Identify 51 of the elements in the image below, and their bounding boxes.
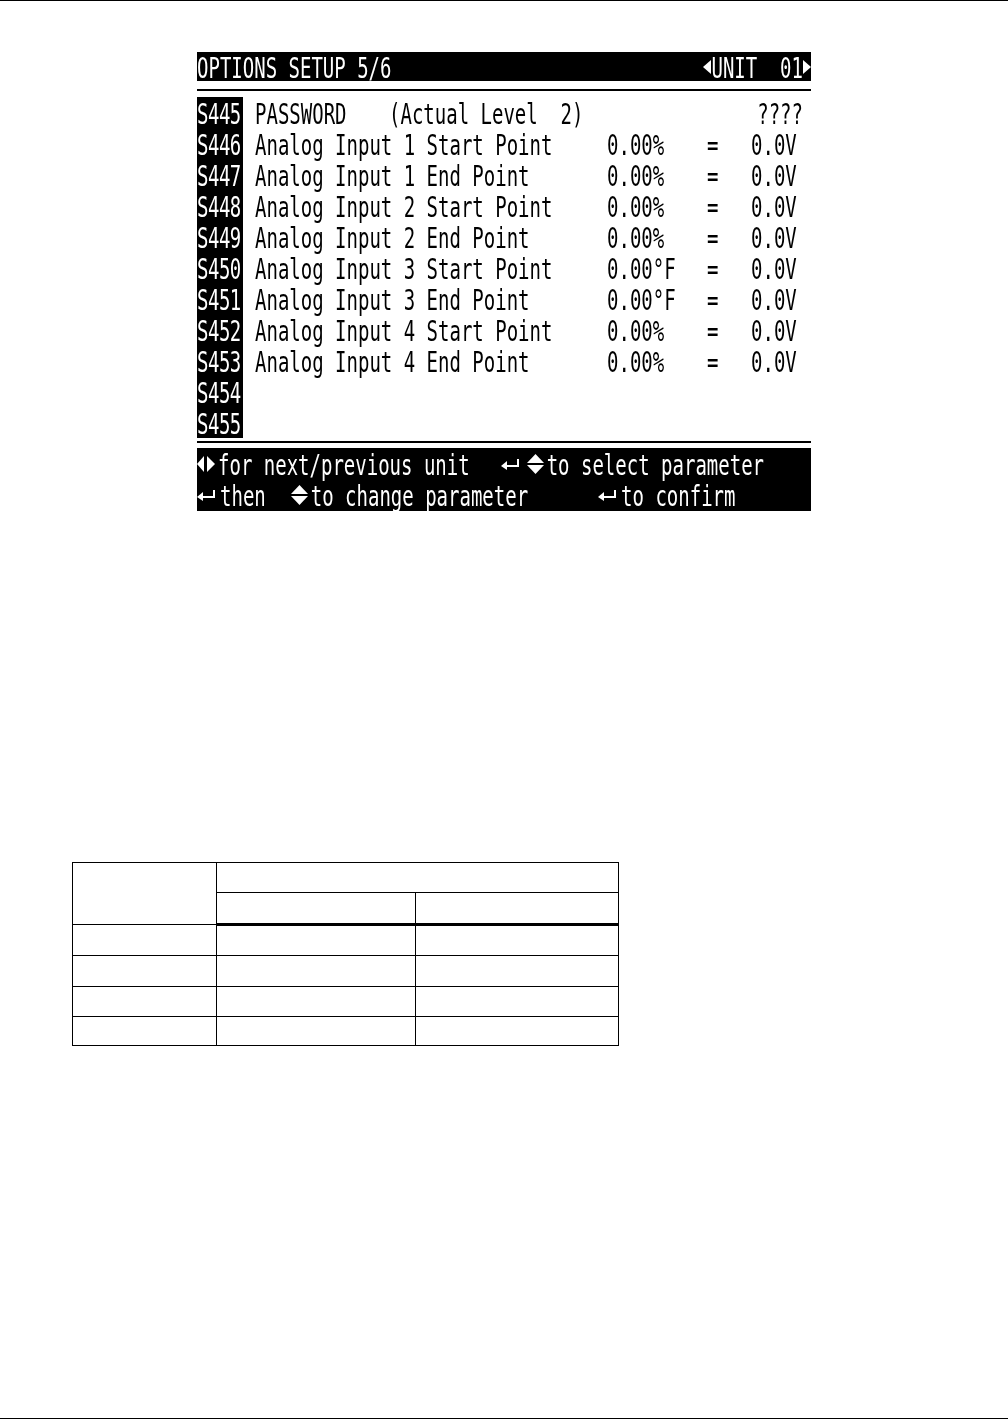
parameter-value: 0.00% — [607, 192, 666, 219]
hint-text: to change parameter — [310, 481, 529, 509]
equals-sign: = — [707, 347, 720, 374]
equals-sign: = — [707, 161, 720, 188]
hint-text: then — [220, 481, 266, 509]
unit-number: UNIT 01 — [711, 53, 803, 80]
parameter-number: S455 — [197, 407, 243, 438]
parameter-number: S453 — [197, 345, 243, 376]
screen-title: OPTIONS SETUP 5/6 — [197, 53, 392, 80]
voltage-value: 0.0V — [751, 130, 798, 157]
voltage-value: 0.0V — [751, 223, 798, 250]
voltage-value: 0.0V — [751, 285, 798, 312]
right-triangle-icon — [803, 59, 811, 74]
parameter-value: 0.00% — [607, 316, 666, 343]
parameter-value: 0.00°F — [607, 254, 677, 281]
voltage-value: 0.0V — [751, 316, 798, 343]
parameter-value: 0.00% — [607, 161, 666, 188]
parameter-number: S445 — [197, 97, 243, 128]
equals-sign: = — [707, 254, 720, 281]
parameter-value: 0.00% — [607, 223, 666, 250]
hint-text: to confirm — [621, 481, 736, 509]
voltage-value: 0.0V — [751, 192, 798, 219]
return-arrow-icon — [197, 489, 217, 502]
parameter-number: S450 — [197, 252, 243, 283]
return-arrow-icon — [500, 457, 521, 470]
up-down-triangles-icon — [526, 453, 544, 474]
equals-sign: = — [707, 223, 720, 250]
left-triangle-icon — [703, 59, 712, 74]
equals-sign: = — [707, 316, 720, 343]
equals-sign: = — [707, 192, 720, 219]
parameter-number: S446 — [197, 128, 243, 159]
parameter-number: S454 — [197, 376, 243, 407]
parameter-value: 0.00% — [607, 347, 666, 374]
equals-sign: = — [707, 130, 720, 157]
voltage-value: 0.0V — [751, 161, 798, 188]
voltage-value: 0.0V — [751, 254, 798, 281]
parameter-number: S448 — [197, 190, 243, 221]
return-arrow-icon — [598, 489, 619, 502]
parameter-value: 0.00°F — [607, 285, 677, 312]
parameter-value: 0.00% — [607, 130, 666, 157]
level-note: (Actual Level 2) — [389, 99, 585, 126]
left-right-triangles-icon — [197, 454, 215, 473]
voltage-value: 0.0V — [751, 347, 798, 374]
parameter-number: S451 — [197, 283, 243, 314]
password-value: ???? — [757, 99, 803, 126]
equals-sign: = — [707, 285, 720, 312]
parameter-number: S449 — [197, 221, 243, 252]
parameter-number: S452 — [197, 314, 243, 345]
parameter-number: S447 — [197, 159, 243, 190]
up-down-triangles-icon — [290, 485, 308, 506]
parameter-name: PASSWORD — [255, 99, 348, 126]
